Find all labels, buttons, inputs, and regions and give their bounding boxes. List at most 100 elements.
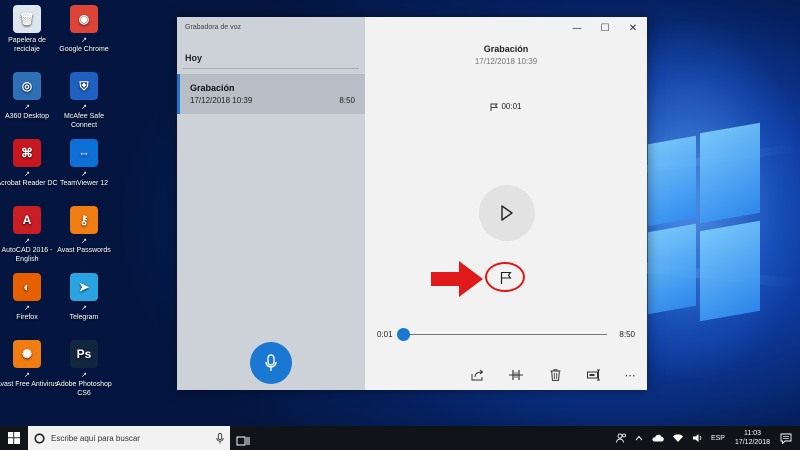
window-controls: — ☐ ✕ [563, 17, 647, 39]
shortcut-arrow-icon: ↗ [24, 238, 30, 245]
rename-button[interactable] [584, 365, 604, 385]
desktop-shortcut[interactable]: ⛨ ↗ McAfee Safe Connect [52, 72, 116, 130]
firefox-icon: ◐ [13, 273, 41, 301]
shortcut-arrow-icon: ↗ [81, 238, 87, 245]
notification-icon [780, 433, 792, 444]
desktop-shortcut[interactable]: ⌘ ↗ Acrobat Reader DC [0, 139, 59, 188]
shortcut-arrow-icon: ↗ [81, 104, 87, 111]
desktop-shortcut[interactable]: 🗑 Papelera de reciclaje [0, 5, 59, 54]
recording-name: Grabación [190, 83, 235, 93]
onedrive-button[interactable] [647, 434, 668, 442]
photoshop-icon: Ps [70, 340, 98, 368]
minimize-button[interactable]: — [563, 17, 591, 39]
seek-thumb[interactable] [396, 328, 410, 341]
taskbar-search[interactable]: Escribe aquí para buscar [28, 426, 230, 450]
desktop-shortcut[interactable]: Ps ↗ Adobe Photoshop CS6 [52, 340, 116, 398]
elapsed-time: 0:01 [377, 330, 393, 339]
trash-icon [550, 369, 560, 381]
volume-button[interactable] [688, 433, 707, 443]
desktop-shortcut[interactable]: A ↗ AutoCAD 2016 - English [0, 206, 59, 264]
recordings-sidebar: Grabadora de voz Hoy Grabación 17/12/201… [177, 17, 365, 390]
task-view-icon [236, 436, 250, 446]
recording-timestamp: 17/12/2018 10:39 [474, 57, 538, 66]
rename-icon [587, 369, 600, 381]
microphone-icon [265, 354, 277, 371]
marker-time: 00:01 [501, 102, 522, 111]
annotation-arrow-icon [431, 261, 483, 297]
play-button[interactable] [479, 185, 535, 241]
share-icon [471, 369, 483, 381]
microphone-icon[interactable] [216, 432, 224, 444]
marker-entry[interactable]: 00:01 [365, 102, 647, 111]
recycle-bin-icon: 🗑 [13, 5, 41, 33]
recording-date: 17/12/2018 10:39 [190, 96, 253, 105]
record-button[interactable] [250, 342, 292, 384]
telegram-icon: ➤ [70, 273, 98, 301]
chrome-icon: ◉ [70, 5, 98, 33]
people-icon [615, 433, 626, 443]
trim-icon [509, 370, 523, 380]
desktop-shortcut-label: Firefox [16, 314, 38, 321]
acrobat-icon: ⌘ [13, 139, 41, 167]
desktop-shortcut[interactable]: ⇔ ↗ TeamViewer 12 [52, 139, 116, 188]
clock-time: 11:03 [743, 430, 761, 437]
voice-recorder-window: Grabadora de voz Hoy Grabación 17/12/201… [177, 17, 647, 390]
network-icon [672, 434, 683, 442]
maximize-button[interactable]: ☐ [591, 17, 619, 39]
flag-icon [490, 103, 499, 111]
desktop-shortcut-label: Google Chrome [59, 46, 109, 53]
more-options-button[interactable]: ⋯ [620, 365, 640, 385]
wallpaper-logo-pane [700, 122, 760, 224]
delete-button[interactable] [545, 365, 565, 385]
close-button[interactable]: ✕ [619, 17, 647, 39]
people-button[interactable] [612, 433, 631, 443]
shortcut-arrow-icon: ↗ [81, 372, 87, 379]
windows-logo-icon [8, 432, 20, 444]
shortcut-arrow-icon: ↗ [81, 305, 87, 312]
group-divider [183, 68, 359, 69]
desktop-shortcut-label: AutoCAD 2016 - English [1, 247, 53, 263]
a360-icon: ◎ [13, 72, 41, 100]
desktop-shortcut[interactable]: ◐ ↗ Firefox [0, 273, 59, 322]
flag-icon [500, 271, 512, 284]
network-button[interactable] [668, 433, 688, 443]
search-placeholder: Escribe aquí para buscar [51, 433, 140, 443]
cloud-icon [652, 434, 664, 442]
recording-duration: 8:50 [339, 96, 355, 105]
cortana-icon [34, 432, 45, 444]
clock-date: 17/12/2018 [734, 439, 770, 446]
desktop-shortcut-label: Papelera de reciclaje [8, 37, 46, 53]
shortcut-arrow-icon: ↗ [81, 37, 87, 44]
task-view-button[interactable] [236, 432, 250, 450]
desktop-shortcut-label: Adobe Photoshop CS6 [56, 381, 112, 397]
playback-toolbar: ⋯ [365, 365, 647, 387]
desktop-shortcut-label: Acrobat Reader DC [0, 180, 58, 187]
add-marker-button[interactable] [496, 267, 516, 287]
shortcut-arrow-icon: ↗ [24, 171, 30, 178]
playback-pane: — ☐ ✕ Grabación 17/12/2018 10:39 00:01 0… [365, 17, 647, 390]
mcafee-icon: ⛨ [70, 72, 98, 100]
play-icon [501, 205, 513, 221]
start-button[interactable] [0, 426, 28, 450]
teamviewer-icon: ⇔ [70, 139, 98, 167]
speaker-icon [692, 434, 702, 442]
shortcut-arrow-icon: ↗ [81, 171, 87, 178]
desktop-shortcut-label: A360 Desktop [5, 113, 49, 120]
desktop-shortcut[interactable]: ◉ ↗ Google Chrome [52, 5, 116, 54]
recording-title: Grabación [483, 44, 529, 54]
share-button[interactable] [467, 365, 487, 385]
desktop-shortcut[interactable]: ✺ ↗ Avast Free Antivirus [0, 340, 59, 389]
desktop-shortcut[interactable]: ◎ ↗ A360 Desktop [0, 72, 59, 121]
seek-track[interactable] [403, 334, 607, 335]
desktop-shortcut-label: McAfee Safe Connect [63, 113, 105, 129]
show-hidden-icons-button[interactable] [631, 435, 647, 441]
clock[interactable]: 11:03 17/12/2018 [729, 429, 776, 447]
taskbar: Escribe aquí para buscar ESP 11:03 17/12… [0, 426, 800, 450]
recording-list-item[interactable]: Grabación 17/12/2018 10:39 8:50 [177, 74, 365, 114]
action-center-button[interactable] [776, 433, 800, 444]
input-language-button[interactable]: ESP [707, 435, 729, 442]
chevron-up-icon [635, 435, 643, 441]
desktop-shortcut[interactable]: ⚷ ↗ Avast Passwords [52, 206, 116, 255]
trim-button[interactable] [506, 365, 526, 385]
desktop-shortcut[interactable]: ➤ ↗ Telegram [52, 273, 116, 322]
